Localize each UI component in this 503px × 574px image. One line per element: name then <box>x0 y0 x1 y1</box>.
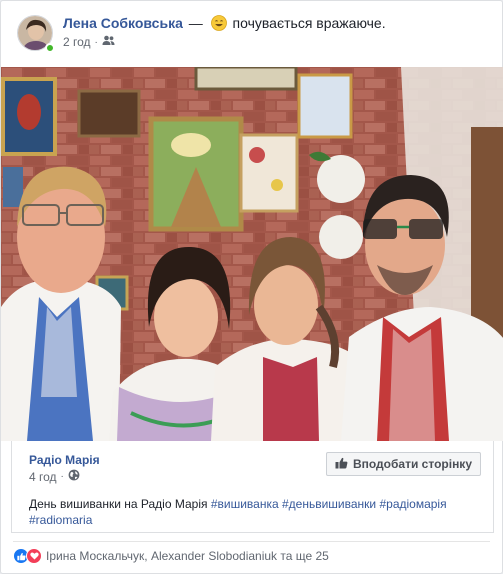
love-reaction-icon[interactable] <box>26 548 42 564</box>
shared-post-text: День вишиванки на Радіо Марія #вишиванка… <box>29 496 484 528</box>
author-name-link[interactable]: Лена Собковська <box>63 15 183 31</box>
post-meta: 2 год · <box>63 35 115 49</box>
facebook-post: Лена Собковська — почувається вражаюче. … <box>0 0 503 574</box>
hashtag-link[interactable]: #radiomaria <box>29 513 92 527</box>
separator-dash: — <box>188 15 203 31</box>
globe-icon[interactable] <box>68 469 80 484</box>
meta-dot: · <box>60 471 64 482</box>
like-page-label: Вподобати сторінку <box>352 457 472 471</box>
feeling-text: почувається вражаюче. <box>232 15 386 31</box>
shared-text-prefix: День вишиванки на Радіо Марія <box>29 497 211 511</box>
shared-post-timestamp[interactable]: 4 год <box>29 470 57 484</box>
post-timestamp[interactable]: 2 год <box>63 35 91 49</box>
hashtag-link[interactable]: #деньвишиванки <box>282 497 376 511</box>
hashtag-link[interactable]: #радіомарія <box>379 497 446 511</box>
smiling-emoji-icon <box>210 15 227 31</box>
reactions-divider <box>13 541 490 542</box>
online-status-indicator <box>45 43 55 53</box>
friends-icon[interactable] <box>102 35 115 49</box>
hashtag-link[interactable]: #вишиванка <box>211 497 279 511</box>
shared-page-name-link[interactable]: Радіо Марія <box>29 453 100 467</box>
meta-dot: · <box>94 36 98 48</box>
post-photo[interactable] <box>1 67 503 441</box>
shared-post-attachment[interactable]: Радіо Марія 4 год · Вподобати сторінку Д… <box>11 441 494 533</box>
shared-post-meta: 4 год · <box>29 469 80 484</box>
thumbs-up-icon <box>335 457 348 472</box>
like-page-button[interactable]: Вподобати сторінку <box>325 452 481 476</box>
author-line: Лена Собковська — почувається вражаюче. <box>63 15 386 31</box>
post-header: Лена Собковська — почувається вражаюче. … <box>13 13 490 57</box>
reactions-summary[interactable]: Ірина Москальчук, Alexander Slobodianiuk… <box>46 549 329 563</box>
reactions-bar[interactable]: Ірина Москальчук, Alexander Slobodianiuk… <box>13 546 329 566</box>
